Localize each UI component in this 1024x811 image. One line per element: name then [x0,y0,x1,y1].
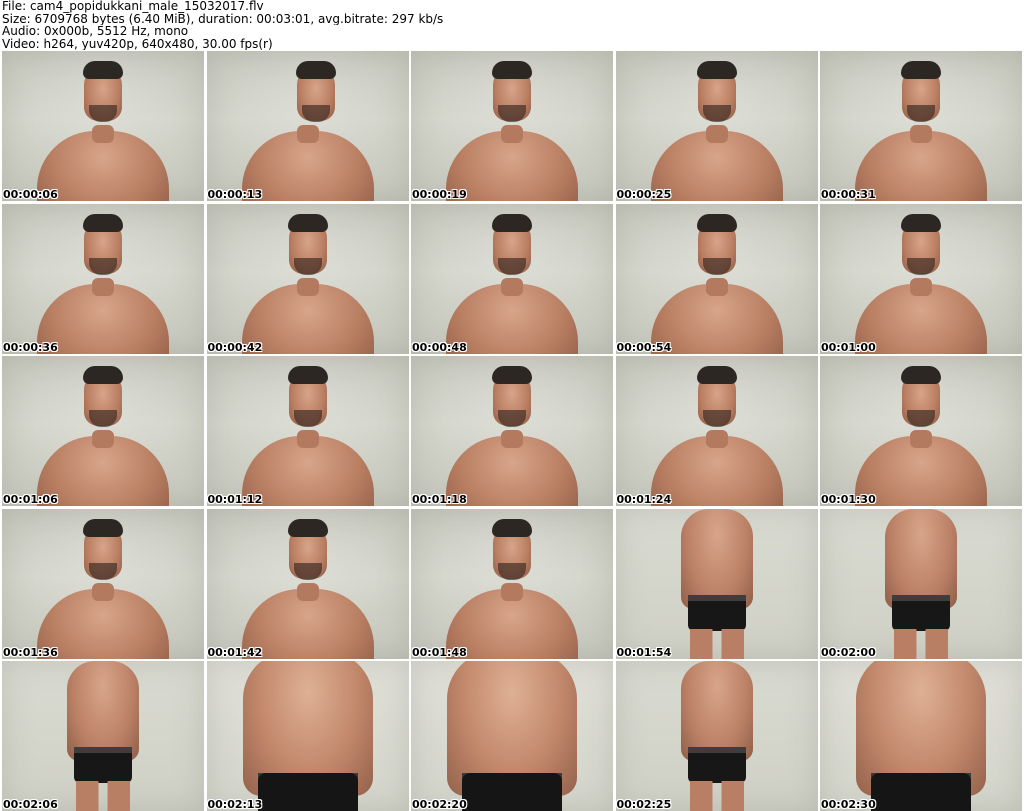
thumbnail-timestamp: 00:00:54 [616,340,672,354]
video-thumbnail: 00:02:00 [820,508,1022,659]
video-thumbnail: 00:02:30 [820,661,1022,811]
thumbnail-grid: 00:00:06 00:00:13 00:00:19 00:00:25 00:0… [2,51,1022,811]
video-thumbnail: 00:01:06 [2,356,204,506]
thumbnail-timestamp: 00:01:30 [821,493,876,506]
thumbnail-timestamp: 00:00:36 [3,340,58,354]
video-thumbnail: 00:02:25 [615,661,818,811]
file-size-duration-line: Size: 6709768 bytes (6.40 MiB), duration… [2,12,444,25]
video-thumbnail: 00:01:42 [206,508,409,659]
video-info-line: Video: h264, yuv420p, 640x480, 30.00 fps… [2,37,273,50]
thumbnail-timestamp: 00:01:12 [207,493,263,506]
video-thumbnail: 00:02:13 [206,661,409,811]
video-thumbnail: 00:02:06 [2,661,204,811]
video-thumbnail: 00:00:36 [2,203,204,354]
video-thumbnail: 00:00:13 [206,51,409,201]
thumbnail-timestamp: 00:01:48 [412,645,467,659]
thumbnail-timestamp: 00:00:13 [207,188,263,201]
video-thumbnail: 00:01:54 [615,508,818,659]
video-info-header: File: cam4_popidukkani_male_15032017.flv… [2,0,1022,50]
video-thumbnail: 00:00:06 [2,51,204,201]
thumbnail-timestamp: 00:00:06 [3,188,58,201]
thumbnail-timestamp: 00:01:24 [616,493,672,506]
video-thumbnail: 00:00:42 [206,203,409,354]
thumbnail-timestamp: 00:02:25 [616,798,672,811]
audio-info-line: Audio: 0x000b, 5512 Hz, mono [2,25,189,38]
thumbnail-timestamp: 00:02:00 [821,645,876,659]
video-thumbnail: 00:01:24 [615,356,818,506]
thumbnail-timestamp: 00:01:06 [3,493,58,506]
thumbnail-timestamp: 00:00:48 [412,340,467,354]
thumbnail-timestamp: 00:02:30 [821,798,876,811]
video-thumbnail: 00:00:48 [411,203,613,354]
thumbnail-timestamp: 00:00:25 [616,188,672,201]
thumbnail-timestamp: 00:01:18 [412,493,467,506]
video-thumbnail: 00:00:25 [615,51,818,201]
file-name-line: File: cam4_popidukkani_male_15032017.flv [2,0,264,13]
thumbnail-timestamp: 00:01:54 [616,645,672,659]
video-thumbnail: 00:01:36 [2,508,204,659]
video-thumbnail: 00:01:12 [206,356,409,506]
thumbnail-timestamp: 00:00:42 [207,340,263,354]
thumbnail-timestamp: 00:02:06 [3,798,58,811]
video-thumbnail: 00:01:30 [820,356,1022,506]
video-thumbnail: 00:00:31 [820,51,1022,201]
video-thumbnail: 00:00:19 [411,51,613,201]
video-thumbnail: 00:01:18 [411,356,613,506]
video-thumbnail: 00:00:54 [615,203,818,354]
video-thumbnail: 00:01:48 [411,508,613,659]
thumbnail-timestamp: 00:01:00 [821,340,876,354]
video-thumbnail: 00:01:00 [820,203,1022,354]
thumbnail-timestamp: 00:00:19 [412,188,467,201]
thumbnail-timestamp: 00:00:31 [821,188,876,201]
thumbnail-timestamp: 00:01:42 [207,645,263,659]
thumbnail-timestamp: 00:02:20 [412,798,467,811]
thumbnail-timestamp: 00:01:36 [3,645,58,659]
thumbnail-timestamp: 00:02:13 [207,798,263,811]
video-thumbnail: 00:02:20 [411,661,613,811]
